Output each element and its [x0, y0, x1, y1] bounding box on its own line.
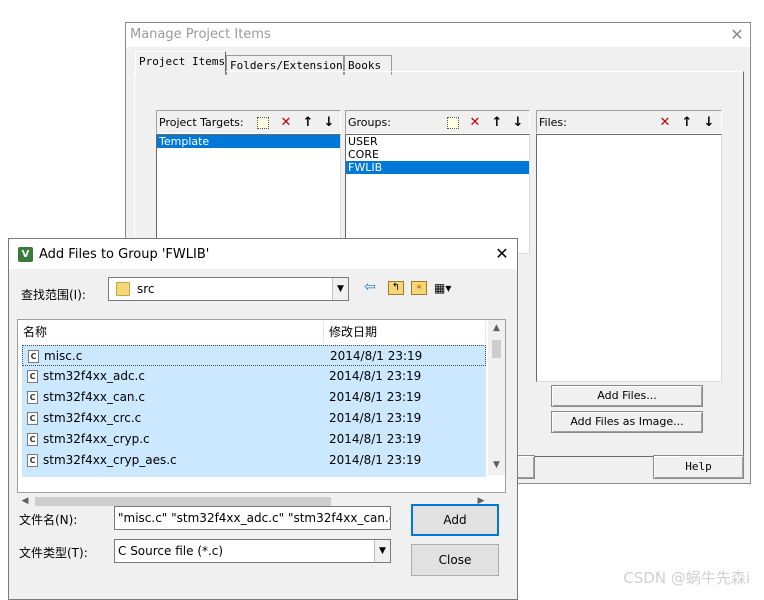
- add-files-dialog: V Add Files to Group 'FWLIB' ✕ 查找范围(I): …: [8, 238, 518, 600]
- look-in-label: 查找范围(I):: [21, 288, 86, 302]
- scroll-left-icon[interactable]: ◀: [19, 496, 31, 506]
- column-name-label: 名称: [23, 325, 48, 339]
- file-date: 2014/8/1 23:19: [329, 432, 422, 446]
- new-folder-icon[interactable]: ✶: [411, 281, 427, 295]
- add-button[interactable]: Add: [411, 504, 499, 536]
- move-down-icon[interactable]: ↓: [700, 114, 718, 132]
- file-row[interactable]: C stm32f4xx_crc.c 2014/8/1 23:19: [22, 408, 486, 429]
- file-date: 2014/8/1 23:19: [329, 369, 422, 383]
- file-row[interactable]: C misc.c 2014/8/1 23:19: [22, 345, 486, 366]
- c-file-icon: C: [27, 454, 38, 467]
- file-row[interactable]: C stm32f4xx_cryp.c 2014/8/1 23:19: [22, 429, 486, 450]
- list-item[interactable]: CORE: [346, 148, 529, 161]
- watermark: CSDN @蜗牛先森i: [623, 569, 750, 587]
- file-row[interactable]: C stm32f4xx_adc.c 2014/8/1 23:19: [22, 366, 486, 387]
- window-title: Manage Project Items: [130, 27, 271, 42]
- file-name: stm32f4xx_crc.c: [43, 411, 142, 425]
- view-menu-icon[interactable]: ▦▾: [434, 280, 460, 296]
- delete-icon[interactable]: ✕: [466, 114, 484, 132]
- groups-listbox[interactable]: USER CORE FWLIB: [345, 134, 530, 254]
- up-folder-icon[interactable]: ↰: [388, 281, 404, 295]
- filetype-select[interactable]: C Source file (*.c) ▼: [114, 539, 391, 563]
- filename-label: 文件名(N):: [19, 513, 78, 527]
- chevron-down-icon[interactable]: ▼: [332, 278, 348, 300]
- file-date: 2014/8/1 23:19: [329, 453, 422, 467]
- filetype-label: 文件类型(T):: [19, 546, 88, 560]
- files-label: Files:: [539, 116, 567, 129]
- file-list[interactable]: 名称 ^ 修改日期 C misc.c 2014/8/1 23:19 C stm3…: [17, 319, 506, 493]
- c-file-icon: C: [27, 412, 38, 425]
- app-icon: V: [18, 247, 33, 262]
- back-icon[interactable]: ⇦: [364, 279, 380, 297]
- column-date-label: 修改日期: [329, 325, 378, 339]
- window-titlebar: Manage Project Items ✕: [126, 23, 750, 47]
- close-icon[interactable]: ✕: [726, 24, 748, 46]
- tab-project-items[interactable]: Project Items: [135, 51, 226, 75]
- c-file-icon: C: [27, 370, 38, 383]
- add-files-as-image-button[interactable]: Add Files as Image...: [551, 411, 703, 433]
- move-up-icon[interactable]: ↑: [678, 114, 696, 132]
- new-item-icon[interactable]: [447, 117, 459, 129]
- vertical-scrollbar[interactable]: ▲ ▼: [488, 320, 505, 475]
- files-header: Files: ✕ ↑ ↓: [536, 110, 722, 134]
- scroll-thumb[interactable]: [35, 497, 331, 506]
- help-button[interactable]: Help: [653, 455, 744, 479]
- c-file-icon: C: [27, 433, 38, 446]
- scroll-up-icon[interactable]: ▲: [488, 323, 505, 333]
- sort-ascending-icon: ^: [165, 319, 173, 327]
- c-file-icon: C: [27, 391, 38, 404]
- scroll-down-icon[interactable]: ▼: [488, 460, 505, 470]
- new-item-icon[interactable]: [257, 117, 269, 129]
- targets-listbox[interactable]: Template: [156, 134, 341, 254]
- list-item[interactable]: Template: [157, 135, 340, 148]
- list-item[interactable]: FWLIB: [346, 161, 529, 174]
- files-listbox[interactable]: [536, 134, 722, 382]
- chevron-down-icon[interactable]: ▼: [374, 540, 390, 562]
- column-header-date[interactable]: 修改日期: [324, 321, 486, 343]
- targets-header: Project Targets: ✕ ↑ ↓: [156, 110, 341, 134]
- file-name: stm32f4xx_adc.c: [43, 369, 145, 383]
- file-date: 2014/8/1 23:19: [329, 390, 422, 404]
- filename-input[interactable]: "misc.c" "stm32f4xx_adc.c" "stm32f4xx_ca…: [114, 506, 391, 530]
- groups-header: Groups: ✕ ↑ ↓: [345, 110, 530, 134]
- file-date: 2014/8/1 23:19: [329, 411, 422, 425]
- file-name: stm32f4xx_can.c: [43, 390, 145, 404]
- list-item[interactable]: USER: [346, 135, 529, 148]
- file-name: misc.c: [44, 349, 83, 363]
- file-row[interactable]: C stm32f4xx_cryp_aes.c 2014/8/1 23:19: [22, 450, 486, 471]
- file-name: stm32f4xx_cryp.c: [43, 432, 150, 446]
- move-down-icon[interactable]: ↓: [320, 114, 338, 132]
- dialog-titlebar: V Add Files to Group 'FWLIB' ✕: [9, 239, 517, 269]
- folder-icon: [116, 282, 130, 296]
- delete-icon[interactable]: ✕: [656, 114, 674, 132]
- dialog-title: Add Files to Group 'FWLIB': [39, 247, 210, 262]
- add-files-button[interactable]: Add Files...: [551, 385, 703, 407]
- file-name: stm32f4xx_cryp_aes.c: [43, 453, 177, 467]
- groups-label: Groups:: [348, 116, 391, 129]
- close-button[interactable]: Close: [411, 544, 499, 576]
- move-up-icon[interactable]: ↑: [488, 114, 506, 132]
- targets-label: Project Targets:: [159, 116, 244, 129]
- close-icon[interactable]: ✕: [491, 243, 513, 265]
- delete-icon[interactable]: ✕: [277, 114, 295, 132]
- filetype-value: C Source file (*.c): [118, 544, 224, 558]
- look-in-combo[interactable]: src ▼: [108, 277, 349, 301]
- file-date: 2014/8/1 23:19: [330, 349, 423, 363]
- file-row-partial[interactable]: [22, 471, 486, 477]
- file-row[interactable]: C stm32f4xx_can.c 2014/8/1 23:19: [22, 387, 486, 408]
- move-down-icon[interactable]: ↓: [509, 114, 527, 132]
- look-in-value: src: [137, 282, 155, 296]
- move-up-icon[interactable]: ↑: [299, 114, 317, 132]
- c-file-icon: C: [28, 350, 39, 363]
- scroll-thumb[interactable]: [492, 340, 501, 358]
